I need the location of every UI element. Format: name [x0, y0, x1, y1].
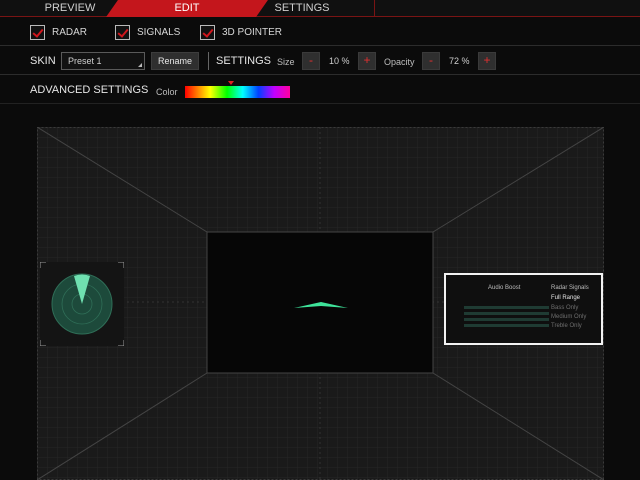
tab-edit[interactable]: EDIT	[106, 0, 268, 17]
opacity-decrease-button[interactable]: -	[422, 52, 440, 70]
signal-option-full-range[interactable]: Full Range	[551, 295, 580, 301]
3d-pointer-checkbox[interactable]	[200, 25, 215, 40]
audio-boost-meter	[464, 312, 549, 315]
radar-icon	[39, 261, 125, 347]
signals-checkbox-label: SIGNALS	[137, 27, 181, 38]
radar-checkbox-label: RADAR	[52, 27, 88, 38]
audio-boost-meter	[464, 306, 549, 309]
tab-bar: PREVIEW SETTINGS EDIT	[0, 0, 640, 17]
signals-overlay-box[interactable]: Audio Boost Radar Signals Full Range Bas…	[444, 273, 603, 345]
size-decrease-button[interactable]: -	[302, 52, 320, 70]
tab-settings-label: SETTINGS	[274, 2, 330, 14]
color-label: Color	[156, 87, 178, 97]
opacity-value: 72 %	[449, 56, 470, 66]
advanced-settings-label: ADVANCED SETTINGS	[30, 84, 149, 96]
3d-pointer-icon	[294, 302, 348, 308]
audio-boost-meter	[464, 324, 549, 327]
size-value: 10 %	[329, 56, 350, 66]
signal-option-medium-only[interactable]: Medium Only	[551, 314, 586, 320]
audio-boost-meter	[464, 318, 549, 321]
divider	[208, 52, 209, 70]
opacity-label: Opacity	[384, 57, 415, 67]
radar-widget[interactable]	[39, 261, 125, 347]
radar-signals-label: Radar Signals	[551, 285, 589, 291]
color-slider-handle[interactable]	[228, 81, 234, 85]
tab-edit-label: EDIT	[174, 2, 200, 14]
skin-preset-select[interactable]: Preset 1	[61, 52, 145, 70]
signals-checkbox[interactable]	[115, 25, 130, 40]
audio-boost-label: Audio Boost	[488, 285, 521, 291]
3d-pointer-checkbox-label: 3D POINTER	[222, 27, 283, 38]
opacity-increase-button[interactable]: +	[478, 52, 496, 70]
signal-option-treble-only[interactable]: Treble Only	[551, 323, 582, 329]
rename-button[interactable]: Rename	[151, 52, 199, 70]
signal-option-bass-only[interactable]: Bass Only	[551, 305, 578, 311]
size-label: Size	[277, 57, 295, 67]
skin-label: SKIN	[30, 55, 56, 67]
toggles-row: RADAR SIGNALS 3D POINTER	[0, 20, 640, 46]
color-spectrum-slider[interactable]	[185, 86, 290, 98]
tab-preview-label: PREVIEW	[44, 2, 96, 14]
skin-preset-value: Preset 1	[68, 56, 102, 66]
settings-label: SETTINGS	[216, 55, 272, 67]
size-increase-button[interactable]: +	[358, 52, 376, 70]
radar-checkbox[interactable]	[30, 25, 45, 40]
